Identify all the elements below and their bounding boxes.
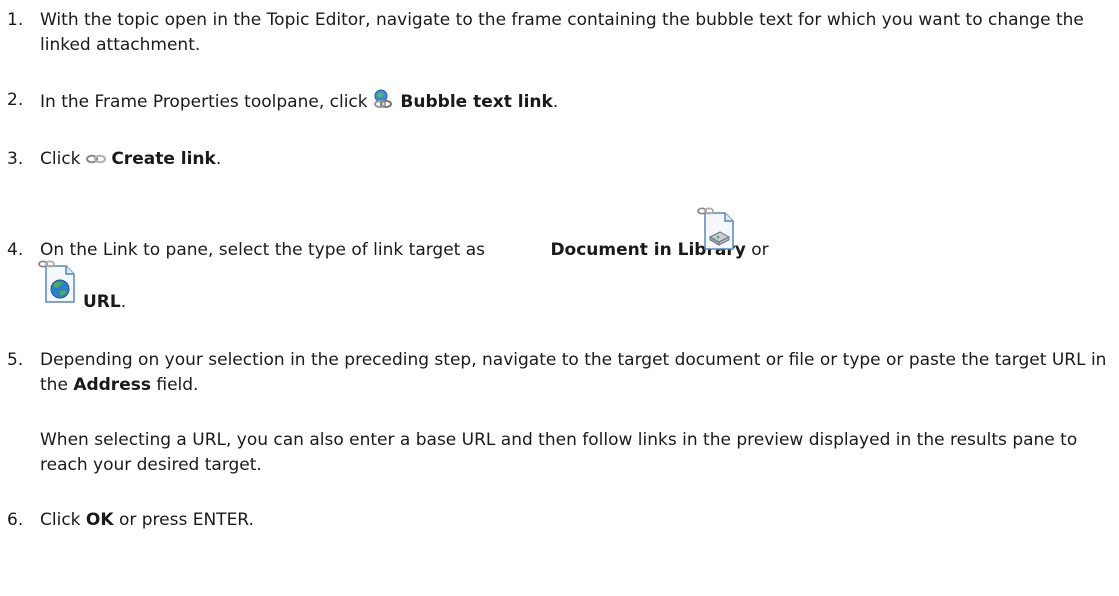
step-text-suffix: . [215, 149, 222, 169]
step-text-prefix: Depending on your selection in the prece… [40, 350, 1107, 395]
step-text-prefix: On the Link to pane, select the type of … [40, 240, 491, 260]
step-text: URL. [83, 290, 1113, 315]
create-link-icon [85, 150, 106, 175]
step-text-middle: or [745, 240, 769, 260]
address-label: Address [73, 375, 151, 395]
bubble-text-link-label: Bubble text link [400, 92, 553, 112]
step-text-prefix: Click [40, 149, 86, 169]
step-number: 4. [7, 240, 24, 260]
step-number: 3. [7, 149, 24, 169]
step-number: 6. [7, 510, 24, 530]
step-text-suffix: . [120, 292, 127, 312]
url-globe-icon [38, 258, 78, 309]
step-text-prefix: Click [40, 510, 86, 530]
step-text-suffix: or press ENTER. [113, 510, 254, 530]
document-in-library-icon [697, 205, 737, 256]
step-number: 5. [7, 350, 24, 370]
step-text-suffix: field. [150, 375, 199, 395]
step-number: 1. [7, 10, 24, 30]
step-text: Click OK or press ENTER. [40, 508, 1113, 533]
step-number: 2. [7, 90, 24, 110]
step-text-prefix: In the Frame Properties toolpane, click [40, 92, 374, 112]
step-text-suffix: . [552, 92, 559, 112]
step-text: Depending on your selection in the prece… [40, 348, 1113, 398]
create-link-label: Create link [111, 149, 216, 169]
step-text: In the Frame Properties toolpane, click … [40, 88, 1113, 118]
step-text: Click Create link. [40, 147, 1113, 175]
bubble-text-link-icon [373, 88, 395, 118]
step-note-text: When selecting a URL, you can also enter… [40, 430, 1078, 475]
step-text: With the topic open in the Topic Editor,… [40, 10, 1084, 55]
url-label: URL [83, 292, 121, 312]
ok-label: OK [85, 510, 114, 530]
step-text: On the Link to pane, select the type of … [40, 238, 1113, 263]
